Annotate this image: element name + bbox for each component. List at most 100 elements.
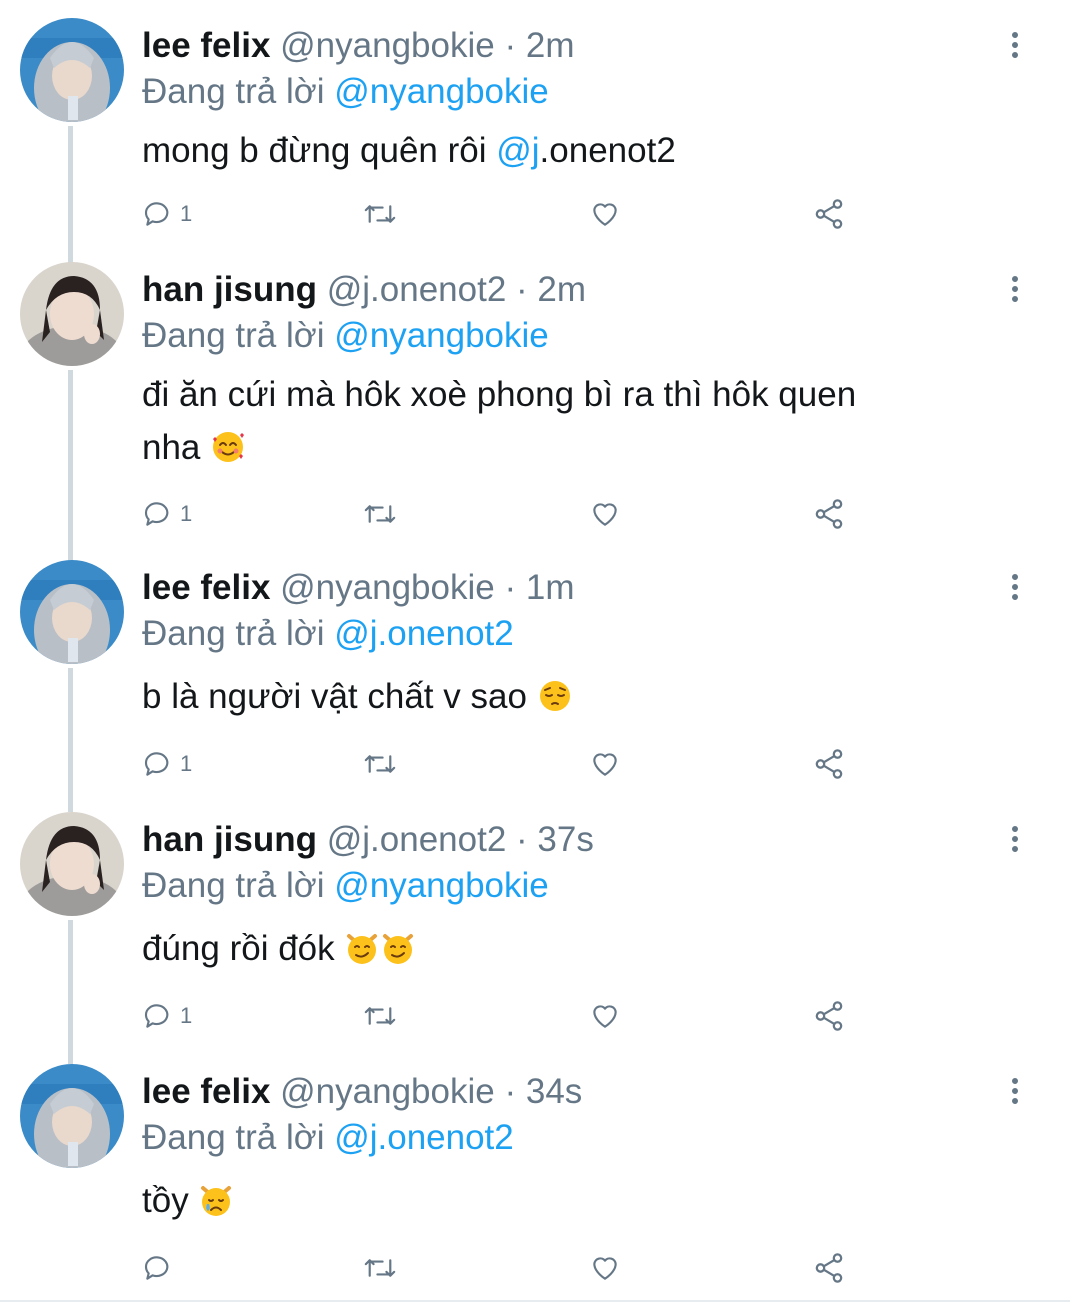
like-button[interactable] bbox=[588, 744, 622, 784]
share-icon bbox=[815, 749, 843, 779]
pensive-face-icon bbox=[539, 681, 570, 711]
reply-button[interactable]: 1 bbox=[142, 744, 192, 784]
like-icon bbox=[593, 753, 617, 776]
like-button[interactable] bbox=[588, 194, 622, 234]
replying-to-label: Đang trả lời bbox=[142, 316, 325, 355]
share-button[interactable] bbox=[812, 194, 846, 234]
user-handle[interactable]: @nyangbokie bbox=[280, 1072, 495, 1111]
separator-dot: · bbox=[504, 1072, 517, 1111]
tweet-actions: 1 bbox=[142, 996, 862, 1036]
tweet-text-part: nha bbox=[142, 428, 201, 467]
like-icon bbox=[593, 203, 617, 226]
smiling-face-with-hearts-icon bbox=[213, 432, 245, 462]
reply-count: 1 bbox=[180, 501, 193, 526]
reply-button[interactable]: 1 bbox=[142, 996, 192, 1036]
tweet-text-part: .onenot2 bbox=[539, 131, 676, 170]
tweet-header: lee felix @nyangbokie · 1m bbox=[142, 566, 574, 610]
tweet-mention[interactable]: @j bbox=[496, 131, 539, 170]
share-button[interactable] bbox=[812, 744, 846, 784]
user-handle[interactable]: @j.onenot2 bbox=[327, 820, 507, 859]
share-icon bbox=[815, 1001, 843, 1031]
thread-line bbox=[68, 668, 73, 812]
smirking-cat-icon bbox=[383, 934, 414, 964]
retweet-button[interactable] bbox=[362, 494, 398, 534]
display-name[interactable]: lee felix bbox=[142, 1072, 270, 1111]
replying-to: Đang trả lời @nyangbokie bbox=[142, 70, 549, 114]
thread-line bbox=[68, 126, 73, 264]
tweet-actions: 1 bbox=[142, 494, 862, 534]
retweet-button[interactable] bbox=[362, 194, 398, 234]
share-button[interactable] bbox=[812, 494, 846, 534]
reply-count: 1 bbox=[180, 1003, 193, 1028]
tweet-text-part: đúng rồi đók bbox=[142, 929, 335, 968]
more-icon[interactable] bbox=[1004, 276, 1026, 306]
more-icon[interactable] bbox=[1004, 574, 1026, 604]
timestamp[interactable]: 2m bbox=[526, 26, 575, 65]
replying-to-label: Đang trả lời bbox=[142, 1118, 325, 1157]
share-button[interactable] bbox=[812, 1248, 846, 1288]
share-icon bbox=[815, 199, 843, 229]
avatar-lee-felix[interactable] bbox=[20, 560, 124, 664]
tweet-text-part: b là người vật chất v sao bbox=[142, 677, 527, 716]
display-name[interactable]: han jisung bbox=[142, 820, 317, 859]
reply-button[interactable]: 1 bbox=[142, 494, 192, 534]
reply-icon bbox=[144, 1256, 169, 1280]
display-name[interactable]: lee felix bbox=[142, 26, 270, 65]
reply-button[interactable]: 1 bbox=[142, 194, 192, 234]
retweet-button[interactable] bbox=[362, 996, 398, 1036]
avatar-lee-felix[interactable] bbox=[20, 18, 124, 122]
tweet-header: lee felix @nyangbokie · 2m bbox=[142, 24, 574, 68]
tweet-header: han jisung @j.onenot2 · 37s bbox=[142, 818, 594, 862]
share-icon bbox=[815, 499, 843, 529]
tweet-text-part: mong b đừng quên rôi bbox=[142, 131, 497, 170]
replying-to-mention[interactable]: @nyangbokie bbox=[334, 316, 549, 355]
replying-to-mention[interactable]: @nyangbokie bbox=[334, 866, 549, 905]
retweet-button[interactable] bbox=[362, 744, 398, 784]
more-icon[interactable] bbox=[1004, 1078, 1026, 1108]
crying-cat-icon bbox=[201, 1186, 232, 1216]
timestamp[interactable]: 1m bbox=[526, 568, 575, 607]
like-icon bbox=[593, 1005, 617, 1028]
display-name[interactable]: lee felix bbox=[142, 568, 270, 607]
smirking-cat-icon bbox=[347, 934, 378, 964]
more-icon[interactable] bbox=[1004, 826, 1026, 856]
divider bbox=[0, 1300, 1070, 1302]
avatar-lee-felix[interactable] bbox=[20, 1064, 124, 1168]
tweet-actions bbox=[142, 1248, 862, 1288]
tweet-text: đúng rồi đók bbox=[142, 922, 1002, 975]
retweet-icon bbox=[364, 205, 396, 223]
display-name[interactable]: han jisung bbox=[142, 270, 317, 309]
retweet-icon bbox=[364, 505, 396, 523]
tweet-header: lee felix @nyangbokie · 34s bbox=[142, 1070, 582, 1114]
tweet-text: tồy bbox=[142, 1174, 1002, 1227]
avatar-han-jisung[interactable] bbox=[20, 262, 124, 366]
timestamp[interactable]: 34s bbox=[526, 1072, 582, 1111]
separator-dot: · bbox=[516, 270, 528, 309]
retweet-button[interactable] bbox=[362, 1248, 398, 1288]
replying-to-mention[interactable]: @j.onenot2 bbox=[334, 614, 514, 653]
share-icon bbox=[815, 1253, 843, 1283]
share-button[interactable] bbox=[812, 996, 846, 1036]
tweet-text-line: đi ăn cứi mà hôk xoè phong bì ra thì hôk… bbox=[142, 375, 857, 414]
reply-icon bbox=[144, 502, 169, 526]
reply-button[interactable] bbox=[142, 1248, 180, 1288]
user-handle[interactable]: @j.onenot2 bbox=[327, 270, 507, 309]
replying-to: Đang trả lời @nyangbokie bbox=[142, 314, 549, 358]
like-button[interactable] bbox=[588, 494, 622, 534]
replying-to-label: Đang trả lời bbox=[142, 72, 325, 111]
like-button[interactable] bbox=[588, 996, 622, 1036]
avatar-han-jisung[interactable] bbox=[20, 812, 124, 916]
retweet-icon bbox=[364, 1259, 396, 1277]
replying-to-mention[interactable]: @j.onenot2 bbox=[334, 1118, 514, 1157]
timestamp[interactable]: 2m bbox=[537, 270, 586, 309]
timestamp[interactable]: 37s bbox=[537, 820, 593, 859]
like-button[interactable] bbox=[588, 1248, 622, 1288]
replying-to: Đang trả lời @nyangbokie bbox=[142, 864, 549, 908]
reply-icon bbox=[144, 1004, 169, 1028]
separator-dot: · bbox=[504, 26, 517, 65]
reply-icon bbox=[144, 752, 169, 776]
user-handle[interactable]: @nyangbokie bbox=[280, 26, 495, 65]
more-icon[interactable] bbox=[1004, 32, 1026, 62]
replying-to-mention[interactable]: @nyangbokie bbox=[334, 72, 549, 111]
user-handle[interactable]: @nyangbokie bbox=[280, 568, 495, 607]
